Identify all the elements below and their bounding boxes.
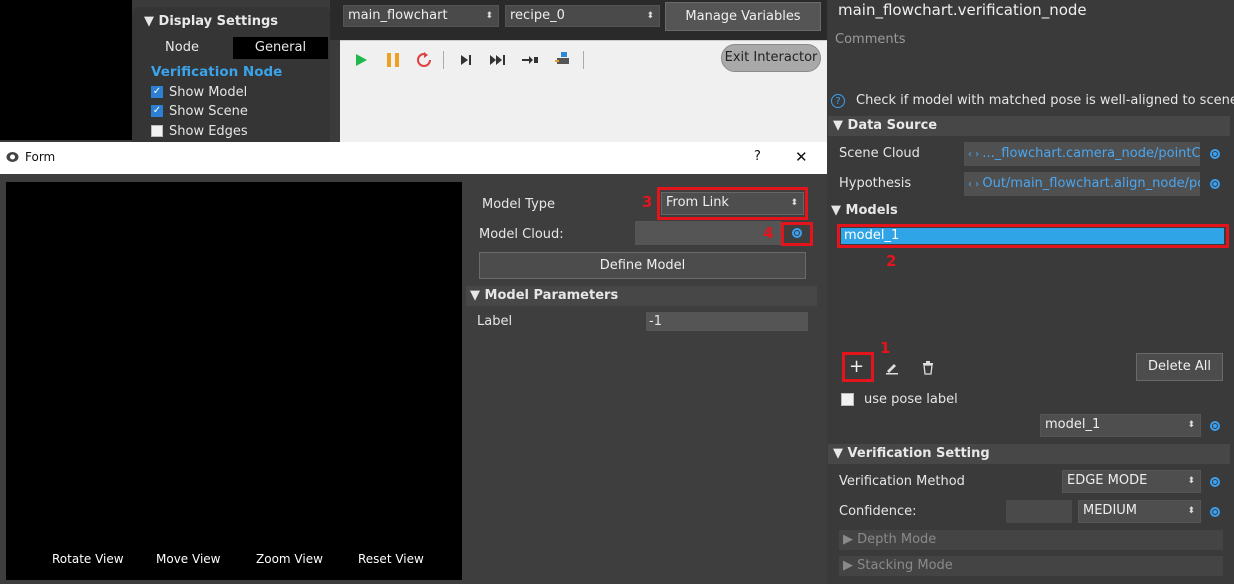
manage-variables-button[interactable]: Manage Variables [665,2,821,31]
link-icon: ‹ › [968,179,983,190]
trash-icon[interactable] [922,361,934,379]
annotation-4: 4 [763,224,774,242]
show-scene-checkbox[interactable]: ✓ Show Scene [151,103,248,119]
form-title: Form [25,150,56,164]
show-model-checkbox[interactable]: ✓ Show Model [151,84,247,100]
models-list-item[interactable]: model_1 [841,228,1224,244]
verification-node-heading: Verification Node [151,64,283,80]
data-source-header[interactable]: ▼ Data Source [828,116,1230,136]
hypothesis-field[interactable]: ‹ › Out/main_flowchart.align_node/poses [964,172,1200,196]
label-input[interactable]: -1 [646,312,808,331]
edit-icon[interactable] [885,361,899,379]
verification-method-label: Verification Method [839,474,965,489]
updown-arrow-icon: ⬍ [1187,476,1195,486]
move-view-button[interactable]: Move View [156,552,220,566]
toolbar-divider [443,51,444,69]
checkmark-icon: ✓ [151,105,163,117]
checkmark-icon: ✓ [151,86,163,98]
checkbox-box [151,125,163,137]
annotation-2: 2 [886,252,897,270]
link-target-icon[interactable] [1210,421,1220,431]
fast-forward-icon[interactable] [487,49,509,71]
robot-icon[interactable] [552,49,574,71]
model-type-label: Model Type [482,197,556,212]
link-target-icon[interactable] [1210,477,1220,487]
annotation-1: 1 [880,339,891,357]
zoom-view-button[interactable]: Zoom View [256,552,323,566]
display-settings-panel: ▼ Display Settings Node General Verifica… [132,7,330,147]
verification-method-select[interactable]: EDGE MODE ⬍ [1062,470,1201,493]
node-title: main_flowchart.verification_node [838,1,1087,19]
confidence-value-field[interactable] [1006,500,1072,523]
form-window: Form ? ✕ Rotate View Move View Zoom View… [0,142,827,584]
help-button[interactable]: ? [754,149,761,164]
depth-mode-header[interactable]: ▶ Depth Mode [839,530,1223,550]
define-model-button[interactable]: Define Model [479,252,806,279]
confidence-select[interactable]: MEDIUM ⬍ [1078,500,1201,523]
link-target-icon[interactable] [1210,149,1220,159]
step-icon[interactable] [455,49,477,71]
app-eye-icon [6,151,19,167]
use-pose-label-checkbox[interactable]: use pose label [841,391,958,407]
model-parameters-header[interactable]: ▼ Model Parameters [466,286,817,306]
toolbar-divider [583,51,584,69]
tab-general[interactable]: General [233,37,328,59]
add-icon[interactable]: + [849,356,864,377]
link-target-icon[interactable] [1210,179,1220,189]
model-type-select[interactable]: From Link ⬍ [661,192,804,215]
play-icon[interactable] [350,49,372,71]
models-header[interactable]: ▼ Models [831,203,898,218]
model-cloud-label: Model Cloud: [479,227,564,242]
exit-interactor-button[interactable]: Exit Interactor [721,44,821,72]
rotate-view-button[interactable]: Rotate View [52,552,124,566]
background-area [0,0,132,140]
interactor-toolstrip: Exit Interactor [340,40,827,142]
pause-icon[interactable] [382,49,404,71]
reset-icon[interactable] [413,49,435,71]
help-circle-icon: ? [831,94,845,108]
stacking-mode-header[interactable]: ▶ Stacking Mode [839,556,1223,576]
updown-arrow-icon: ⬍ [485,11,493,21]
step-node-icon[interactable] [519,49,541,71]
display-settings-title[interactable]: ▼ Display Settings [144,14,278,29]
reset-view-button[interactable]: Reset View [358,552,424,566]
form-titlebar: Form ? ✕ [0,142,827,174]
model-cloud-field[interactable] [635,221,781,245]
label-label: Label [477,314,513,329]
scene-cloud-label: Scene Cloud [839,146,920,161]
link-target-icon[interactable] [1210,507,1220,517]
3d-viewport[interactable]: Rotate View Move View Zoom View Reset Vi… [6,182,462,580]
node-properties-panel [827,0,1234,584]
verification-setting-header[interactable]: ▼ Verification Setting [828,444,1230,464]
delete-all-button[interactable]: Delete All [1136,353,1223,381]
updown-arrow-icon: ⬍ [646,11,654,21]
scene-cloud-field[interactable]: ‹ › ..._flowchart.camera_node/pointCloud [964,142,1200,166]
comments-label[interactable]: Comments [835,32,905,47]
recipe-select[interactable]: recipe_0 ⬍ [505,5,660,27]
hypothesis-label: Hypothesis [839,176,912,191]
tab-node[interactable]: Node [132,37,232,59]
show-edges-checkbox[interactable]: Show Edges [151,123,248,139]
updown-arrow-icon: ⬍ [1187,420,1195,430]
updown-arrow-icon: ⬍ [790,198,798,208]
annotation-3: 3 [642,193,653,211]
link-target-icon[interactable] [792,228,802,238]
checkbox-box [841,392,854,406]
model-select[interactable]: model_1 ⬍ [1040,414,1201,437]
node-description: Check if model with matched pose is well… [856,93,1234,108]
flowchart-select[interactable]: main_flowchart ⬍ [343,5,499,27]
link-icon: ‹ › [968,149,983,160]
updown-arrow-icon: ⬍ [1187,506,1195,516]
close-icon[interactable]: ✕ [795,148,808,166]
confidence-label: Confidence: [839,504,917,519]
